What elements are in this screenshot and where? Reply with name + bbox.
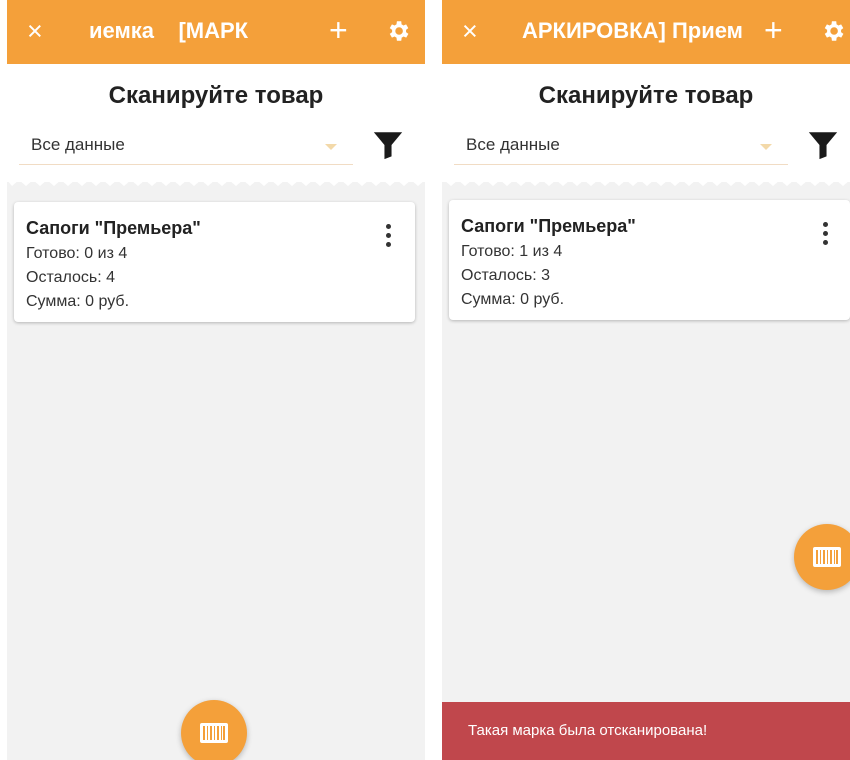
barcode-icon bbox=[200, 723, 228, 743]
page-title: Сканируйте товар bbox=[538, 82, 754, 109]
toast-message: Такая марка была отсканирована! bbox=[442, 702, 850, 760]
page-title: Сканируйте товар bbox=[108, 82, 324, 109]
gear-icon[interactable] bbox=[385, 18, 411, 44]
barcode-icon bbox=[813, 547, 841, 567]
app-title: иемка [МАРК bbox=[89, 18, 249, 43]
product-name: Сапоги "Премьера" bbox=[461, 216, 636, 236]
filter-icon[interactable] bbox=[806, 128, 840, 162]
close-icon[interactable]: × bbox=[462, 13, 478, 49]
data-filter-select[interactable]: Все данные bbox=[19, 130, 353, 165]
product-name: Сапоги "Премьера" bbox=[26, 218, 201, 238]
app-bar: × иемка [МАРК + bbox=[7, 0, 425, 64]
product-card[interactable]: Сапоги "Премьера" Готово: 0 из 4 Осталос… bbox=[14, 202, 415, 322]
remaining-count: Осталось: 4 bbox=[26, 269, 116, 286]
gear-icon[interactable] bbox=[820, 18, 846, 44]
toast-text: Такая марка была отсканирована! bbox=[468, 722, 708, 739]
sum-value: Сумма: 0 руб. bbox=[26, 293, 130, 310]
screen-before-scan: × иемка [МАРК + Сканируйте товар Все дан… bbox=[7, 0, 425, 760]
data-filter-select[interactable]: Все данные bbox=[454, 130, 788, 165]
sum-value: Сумма: 0 руб. bbox=[461, 291, 565, 308]
more-vert-icon[interactable] bbox=[386, 224, 392, 250]
zigzag-divider bbox=[442, 176, 850, 186]
scan-button[interactable] bbox=[794, 524, 850, 590]
more-vert-icon[interactable] bbox=[823, 222, 829, 248]
ready-count: Готово: 0 из 4 bbox=[26, 245, 128, 262]
screen-after-scan: × АРКИРОВКА] Прием + Сканируйте товар Вс… bbox=[442, 0, 850, 760]
select-value: Все данные bbox=[31, 135, 125, 154]
add-icon[interactable]: + bbox=[329, 12, 348, 48]
zigzag-divider bbox=[7, 176, 425, 186]
remaining-count: Осталось: 3 bbox=[461, 267, 551, 284]
app-bar: × АРКИРОВКА] Прием + bbox=[442, 0, 850, 64]
filter-icon[interactable] bbox=[371, 128, 405, 162]
chevron-down-icon bbox=[760, 144, 772, 150]
app-title: АРКИРОВКА] Прием bbox=[522, 18, 743, 43]
select-value: Все данные bbox=[466, 135, 560, 154]
close-icon[interactable]: × bbox=[27, 13, 43, 49]
ready-count: Готово: 1 из 4 bbox=[461, 243, 563, 260]
scan-button[interactable] bbox=[181, 700, 247, 760]
product-card[interactable]: Сапоги "Премьера" Готово: 1 из 4 Осталос… bbox=[449, 200, 850, 320]
chevron-down-icon bbox=[325, 144, 337, 150]
add-icon[interactable]: + bbox=[764, 12, 783, 48]
